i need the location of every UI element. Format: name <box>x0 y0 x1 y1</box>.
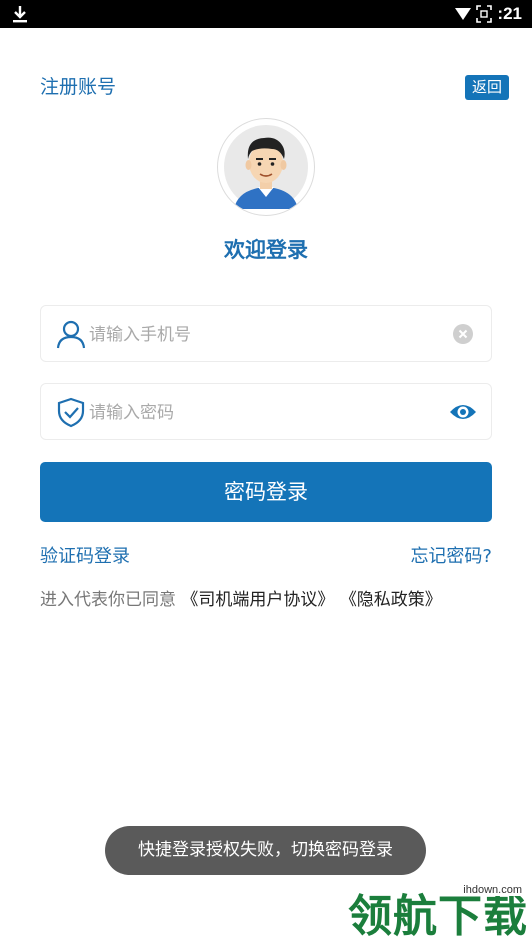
wifi-icon <box>455 8 472 20</box>
welcome-title: 欢迎登录 <box>224 238 308 262</box>
phone-input[interactable] <box>87 316 431 354</box>
password-input[interactable] <box>87 394 431 432</box>
screenshot-icon <box>476 5 493 23</box>
back-button[interactable]: 返回 <box>465 75 509 100</box>
watermark-text: 领航下载 <box>348 891 528 942</box>
phone-field[interactable] <box>40 305 492 362</box>
password-field[interactable] <box>40 383 492 440</box>
download-icon <box>13 6 27 23</box>
toast-message: 快捷登录授权失败，切换密码登录 <box>105 826 426 875</box>
shield-check-icon <box>57 397 85 428</box>
code-login-link[interactable]: 验证码登录 <box>40 542 130 568</box>
forgot-password-link[interactable]: 忘记密码? <box>410 542 492 568</box>
user-icon <box>56 320 86 349</box>
eye-icon[interactable] <box>449 400 477 424</box>
watermark-url: ihdown.com <box>463 884 522 896</box>
privacy-policy-link[interactable]: 《隐私政策》 <box>340 590 442 610</box>
status-bar: :21 <box>0 0 532 28</box>
clear-icon[interactable] <box>453 324 473 344</box>
watermark: 领航下载 ihdown.com <box>348 884 528 944</box>
register-link[interactable]: 注册账号 <box>40 72 116 99</box>
agreement-prefix: 进入代表你已同意 <box>40 590 176 610</box>
password-login-button[interactable]: 密码登录 <box>40 462 492 522</box>
avatar-illustration <box>224 125 308 209</box>
driver-agreement-link[interactable]: 《司机端用户协议》 <box>181 590 334 610</box>
agreement-text: 进入代表你已同意 《司机端用户协议》 《隐私政策》 <box>40 585 442 610</box>
avatar <box>217 118 315 216</box>
status-time: :21 <box>497 4 522 23</box>
